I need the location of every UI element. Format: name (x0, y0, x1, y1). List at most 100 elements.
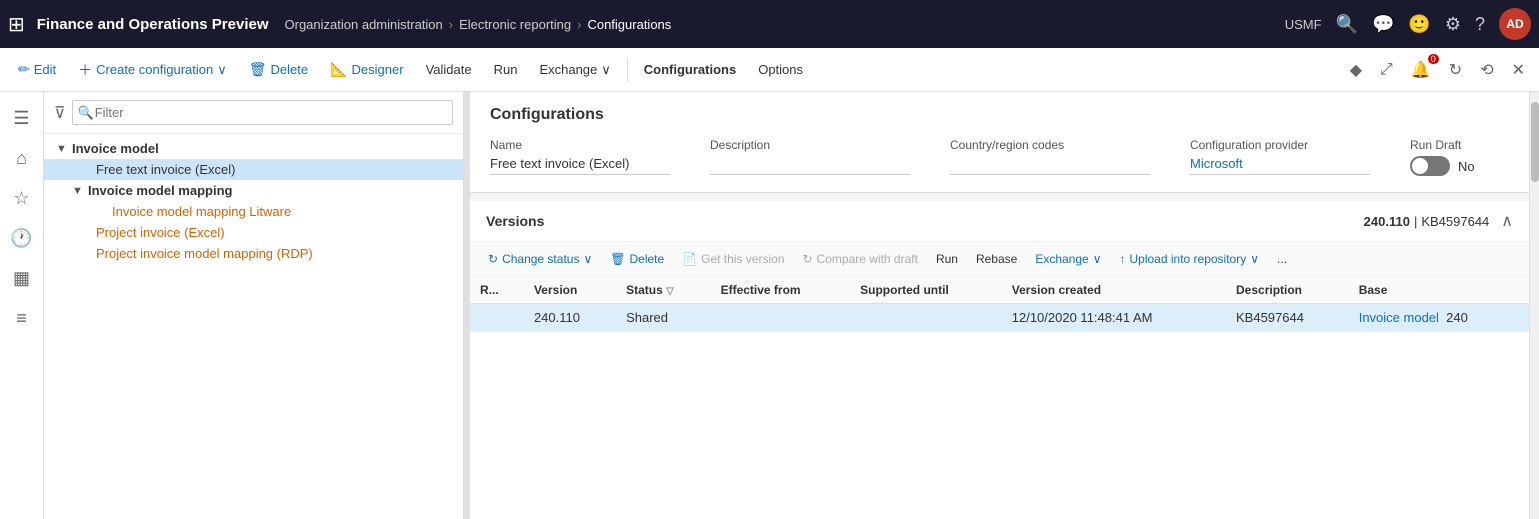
expand-icon[interactable]: ⤢ (1374, 57, 1399, 83)
create-config-dropdown-icon: ∨ (217, 62, 227, 78)
right-scrollbar[interactable] (1529, 92, 1539, 519)
top-nav-right: USMF 🔍 💬 🙂 ⚙ ? AD (1285, 8, 1531, 40)
config-fields: Name Free text invoice (Excel) Descripti… (490, 138, 1509, 176)
cell-effective-from (711, 304, 851, 332)
th-status: Status ▽ (616, 277, 711, 304)
cmd-right-icons: ◆ ⤢ 🔔0 ↻ ⟲ ✕ (1344, 56, 1531, 84)
tree-item-label-invoice-model: Invoice model (72, 141, 159, 156)
close-icon[interactable]: ✕ (1506, 56, 1531, 84)
history-icon[interactable]: ⟲ (1474, 56, 1499, 84)
get-this-version-button[interactable]: 📄 Get this version (674, 248, 792, 270)
versions-table: R... Version Status ▽ Effective from Sup… (470, 277, 1529, 332)
config-field-provider-value[interactable]: Microsoft (1190, 156, 1370, 175)
more-button[interactable]: ... (1269, 248, 1295, 270)
badge-icon[interactable]: 🔔0 (1405, 56, 1437, 84)
th-version-created: Version created (1002, 277, 1226, 304)
edit-button[interactable]: ✏ Edit (8, 57, 66, 82)
tree-item-invoice-model[interactable]: ▼ Invoice model (44, 138, 463, 159)
gear-icon[interactable]: ⚙ (1445, 14, 1461, 35)
help-icon[interactable]: ? (1475, 14, 1485, 35)
th-effective-from: Effective from (711, 277, 851, 304)
get-version-icon: 📄 (682, 252, 697, 266)
clock-icon[interactable]: 🕐 (4, 220, 40, 256)
breadcrumb-sep-2: › (577, 17, 581, 32)
filter-input[interactable] (72, 100, 453, 125)
cell-supported-until (850, 304, 1002, 332)
versions-meta: 240.110 | KB4597644 (1364, 214, 1490, 229)
toggle-wrap: No (1410, 156, 1475, 176)
versions-header: Versions 240.110 | KB4597644 ∧ (470, 201, 1529, 242)
versions-collapse-icon[interactable]: ∧ (1501, 211, 1513, 231)
cell-base-link[interactable]: Invoice model (1359, 310, 1439, 325)
hamburger-icon[interactable]: ☰ (4, 100, 40, 136)
resize-handle[interactable] (464, 92, 470, 519)
upload-dropdown: ∨ (1250, 252, 1259, 266)
versions-title: Versions (486, 213, 1352, 229)
avatar[interactable]: AD (1499, 8, 1531, 40)
diamond-icon[interactable]: ◆ (1344, 56, 1368, 84)
versions-delete-icon: 🗑 (610, 252, 625, 266)
config-field-description: Description (710, 138, 910, 175)
delete-button[interactable]: 🗑 Delete (239, 57, 318, 82)
run-draft-toggle-label: No (1458, 159, 1475, 174)
versions-exchange-button[interactable]: Exchange ∨ (1027, 248, 1109, 270)
config-field-country-value (950, 156, 1150, 175)
run-draft-label: Run Draft (1410, 138, 1475, 152)
tree-item-label-invoice-mapping: Invoice model mapping (88, 183, 232, 198)
change-status-dropdown: ∨ (583, 252, 592, 266)
grid-icon[interactable]: ⊞ (8, 12, 25, 37)
config-field-country-label: Country/region codes (950, 138, 1150, 152)
exchange-dd-icon: ∨ (1093, 252, 1102, 266)
breadcrumb: Organization administration › Electronic… (285, 17, 1285, 32)
th-row-indicator: R... (470, 277, 524, 304)
list-icon[interactable]: ≡ (4, 300, 40, 336)
config-field-country: Country/region codes (950, 138, 1150, 175)
expand-icon-invoice-model: ▼ (56, 143, 72, 155)
run-button[interactable]: Run (484, 58, 528, 81)
th-version: Version (524, 277, 616, 304)
versions-delete-button[interactable]: 🗑 Delete (602, 248, 672, 270)
designer-button[interactable]: 📐 Designer (320, 57, 413, 82)
upload-repo-button[interactable]: ↑ Upload into repository ∨ (1112, 248, 1268, 270)
status-filter-icon[interactable]: ▽ (666, 286, 674, 297)
breadcrumb-electronic-reporting[interactable]: Electronic reporting (459, 17, 571, 32)
th-supported-until: Supported until (850, 277, 1002, 304)
tree-item-invoice-mapping[interactable]: ▼ Invoice model mapping (44, 180, 463, 201)
create-config-button[interactable]: ＋ Create configuration ∨ (68, 56, 237, 84)
star-icon[interactable]: ☆ (4, 180, 40, 216)
configurations-button[interactable]: Configurations (634, 58, 746, 81)
calendar-icon[interactable]: ▦ (4, 260, 40, 296)
validate-button[interactable]: Validate (416, 58, 482, 81)
versions-sep: | (1414, 214, 1417, 229)
designer-icon: 📐 (330, 61, 347, 78)
home-icon[interactable]: ⌂ (4, 140, 40, 176)
expand-icon-invoice-mapping: ▼ (72, 185, 88, 197)
options-button[interactable]: Options (748, 58, 813, 81)
chat-icon[interactable]: 💬 (1372, 14, 1394, 35)
tree-container: ▼ Invoice model Free text invoice (Excel… (44, 134, 463, 519)
tree-item-project-rdp[interactable]: Project invoice model mapping (RDP) (44, 243, 463, 264)
change-status-button[interactable]: ↻ Change status ∨ (480, 248, 600, 270)
cell-status: Shared (616, 304, 711, 332)
rebase-button[interactable]: Rebase (968, 248, 1025, 270)
th-base: Base (1349, 277, 1529, 304)
compare-with-draft-button[interactable]: ↻ Compare with draft (795, 248, 926, 270)
kb-number-label: KB4597644 (1421, 214, 1489, 229)
th-description: Description (1226, 277, 1349, 304)
smiley-icon[interactable]: 🙂 (1408, 14, 1430, 35)
tree-item-label-project-rdp: Project invoice model mapping (RDP) (96, 246, 313, 261)
filter-icon[interactable]: ⊽ (54, 103, 66, 123)
compare-icon: ↻ (803, 252, 813, 266)
breadcrumb-org-admin[interactable]: Organization administration (285, 17, 443, 32)
search-icon[interactable]: 🔍 (1336, 14, 1358, 35)
versions-run-button[interactable]: Run (928, 248, 966, 270)
table-row[interactable]: 240.110 Shared 12/10/2020 11:48:41 AM KB… (470, 304, 1529, 332)
refresh-icon[interactable]: ↻ (1443, 56, 1468, 84)
tree-item-project-invoice[interactable]: Project invoice (Excel) (44, 222, 463, 243)
exchange-button[interactable]: Exchange ∨ (529, 58, 620, 82)
version-number-label: 240.110 (1364, 214, 1410, 229)
config-field-name: Name Free text invoice (Excel) (490, 138, 670, 175)
tree-item-free-text-excel[interactable]: Free text invoice (Excel) (44, 159, 463, 180)
run-draft-toggle[interactable] (1410, 156, 1450, 176)
tree-item-litware[interactable]: Invoice model mapping Litware (44, 201, 463, 222)
